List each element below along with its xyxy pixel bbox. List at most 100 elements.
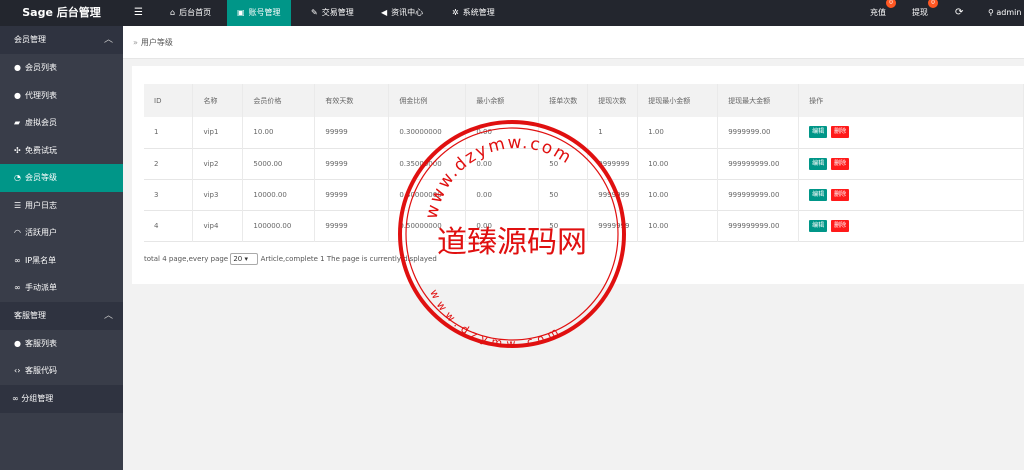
top-bar: Sage 后台管理 ☰ ⌂ 后台首页 ▣ 账号管理 ✎ 交易管理 ◀ 资讯中心 ✲ 系统管…: [0, 0, 1024, 26]
sidebar-item-agent-list[interactable]: ● 代理列表: [0, 82, 123, 110]
cell-price: 10.00: [242, 117, 316, 148]
column-header: 操作: [798, 84, 1024, 117]
table-header-row: ID 名称 会员价格 有效天数 佣金比例 最小余额 接单次数 提现次数 提现最小…: [144, 84, 1024, 117]
edit-button[interactable]: 编辑: [809, 157, 828, 170]
cell-actions: 编辑 删除: [798, 117, 1024, 148]
sidebar: 会员管理 ︿ ● 会员列表 ● 代理列表 ▰ 虚拟会员 ✣ 免费试玩 ◔ 会员等级 ☰ 用户…: [0, 26, 123, 470]
sidebar-item-label: 会员列表: [25, 63, 57, 72]
log-icon: ☰: [14, 200, 22, 210]
app-title[interactable]: Sage 后台管理: [0, 0, 123, 26]
breadcrumb-current[interactable]: 用户等级: [141, 38, 173, 47]
home-icon: ⌂: [170, 8, 176, 17]
withdraw-label: 提现: [912, 8, 928, 17]
sidebar-item-support-list[interactable]: ● 客服列表: [0, 330, 123, 358]
sidebar-item-support-code[interactable]: ‹› 客服代码: [0, 357, 123, 385]
sidebar-item-ip-blacklist[interactable]: ∞ IP黑名单: [0, 247, 123, 275]
sidebar-item-member-level[interactable]: ◔ 会员等级: [0, 164, 123, 192]
cell-actions: 编辑 删除: [798, 210, 1024, 241]
column-header: ID: [144, 84, 194, 117]
recharge-badge: 0: [886, 0, 896, 8]
cell-withdraw-min: 10.00: [637, 179, 719, 210]
delete-button[interactable]: 删除: [831, 157, 850, 170]
delete-button[interactable]: 删除: [831, 219, 850, 232]
nav-item-news[interactable]: ◀ 资讯中心: [371, 0, 433, 26]
cell-commission: 0.35000000: [388, 148, 467, 179]
cell-price: 10000.00: [242, 179, 316, 210]
sidebar-item-label: 虚拟会员: [25, 118, 57, 127]
cell-min-balance: 0.00: [465, 117, 540, 148]
breadcrumb: » 用户等级: [123, 26, 1024, 59]
delete-button[interactable]: 删除: [831, 188, 850, 201]
sidebar-item-label: 客服列表: [25, 338, 57, 348]
nav-item-home[interactable]: ⌂ 后台首页: [160, 0, 221, 26]
nav-item-label: 系统管理: [462, 8, 495, 17]
nav-item-account[interactable]: ▣ 账号管理: [227, 0, 291, 26]
column-header: 提现最小金额: [637, 84, 719, 117]
edit-button[interactable]: 编辑: [809, 188, 828, 201]
gears-icon: ✲: [452, 8, 459, 17]
cell-name: vip1: [192, 117, 244, 148]
withdraw-link[interactable]: 提现 0: [912, 0, 938, 26]
cell-orders: 50: [538, 148, 589, 179]
sidebar-group-support[interactable]: 客服管理 ︿: [0, 301, 123, 330]
sidebar-item-member-list[interactable]: ● 会员列表: [0, 54, 123, 82]
pagination-suffix: Article,complete 1 The page is currently…: [260, 255, 437, 263]
sidebar-item-virtual-member[interactable]: ▰ 虚拟会员: [0, 109, 123, 137]
sidebar-item-manual-dispatch[interactable]: ∞ 手动派单: [0, 274, 123, 302]
cell-commission: 0.30000000: [388, 117, 467, 148]
edit-button[interactable]: 编辑: [809, 126, 828, 139]
wrench-icon: ✎: [311, 8, 318, 17]
chevron-up-icon: ︿: [103, 310, 113, 321]
users-icon: ●: [14, 90, 21, 100]
sidebar-item-user-log[interactable]: ☰ 用户日志: [0, 192, 123, 220]
cell-withdraw-min: 10.00: [637, 210, 719, 241]
cell-withdraw-times: 1: [587, 117, 639, 148]
withdraw-badge: 0: [928, 0, 938, 8]
sidebar-item-label: IP黑名单: [25, 255, 57, 265]
table-row: 4 vip4 100000.00 99999 0.50000000 0.00 5…: [144, 210, 1024, 241]
nav-item-system[interactable]: ✲ 系统管理: [442, 0, 505, 26]
sidebar-item-label: 用户日志: [25, 200, 57, 210]
cell-min-balance: 0.00: [465, 179, 540, 210]
chevron-up-icon: ︿: [103, 35, 113, 45]
delete-button[interactable]: 删除: [831, 126, 850, 139]
edit-button[interactable]: 编辑: [809, 219, 828, 232]
cell-withdraw-min: 10.00: [637, 148, 719, 179]
recharge-link[interactable]: 充值 0: [870, 0, 896, 26]
cell-days: 99999: [314, 179, 390, 210]
cell-name: vip4: [192, 210, 244, 241]
bot-icon: ✣: [14, 145, 21, 155]
table-row: 3 vip3 10000.00 99999 0.40000000 0.00 50…: [144, 179, 1024, 210]
column-header: 佣金比例: [388, 84, 467, 117]
page-size-select[interactable]: 20 ▾: [230, 253, 259, 265]
user-icon: ●: [14, 63, 21, 72]
user-menu[interactable]: ⚲ admin: [988, 0, 1021, 26]
sidebar-group-label: 客服管理: [14, 310, 46, 320]
cell-days: 99999: [314, 148, 390, 179]
nav-item-label: 资讯中心: [391, 8, 424, 17]
cell-withdraw-times: 9999999: [587, 179, 639, 210]
megaphone-icon: ◀: [381, 8, 388, 17]
nav-item-trade[interactable]: ✎ 交易管理: [301, 0, 364, 26]
cell-withdraw-max: 9999999.00: [717, 117, 800, 148]
cell-price: 100000.00: [242, 210, 316, 241]
table-row: 2 vip2 5000.00 99999 0.35000000 0.00 50 …: [144, 148, 1024, 179]
sidebar-item-active-users[interactable]: ◠ 活跃用户: [0, 219, 123, 247]
support-icon: ●: [14, 338, 21, 348]
cell-min-balance: 0.00: [465, 210, 540, 241]
sidebar-group-members[interactable]: 会员管理 ︿: [0, 26, 123, 54]
menu-icon[interactable]: ☰: [134, 0, 143, 26]
nav-item-label: 账号管理: [248, 8, 281, 17]
refresh-icon[interactable]: ⟳: [955, 0, 963, 26]
sidebar-item-free-trial[interactable]: ✣ 免费试玩: [0, 137, 123, 165]
cell-withdraw-max: 999999999.00: [717, 210, 800, 241]
sidebar-item-group-management[interactable]: ∞ 分组管理: [0, 384, 123, 413]
column-header: 有效天数: [314, 84, 390, 117]
table-row: 1 vip1 10.00 99999 0.30000000 0.00 1 1.0…: [144, 117, 1024, 148]
sidebar-item-label: 手动派单: [25, 283, 57, 292]
cell-actions: 编辑 删除: [798, 179, 1024, 210]
column-header: 提现最大金额: [717, 84, 800, 117]
cell-id: 1: [144, 117, 194, 148]
cell-orders: 50: [538, 179, 589, 210]
cell-days: 99999: [314, 210, 390, 241]
